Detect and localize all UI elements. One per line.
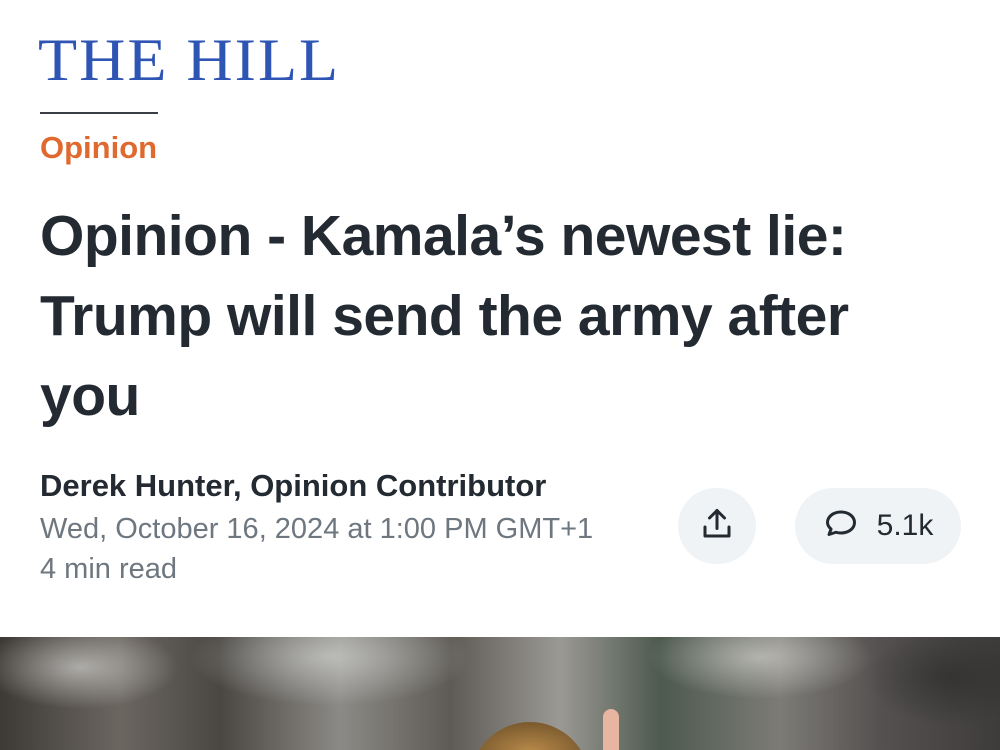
article-byline[interactable]: Derek Hunter, Opinion Contributor — [40, 467, 546, 505]
article-hero-image — [0, 637, 1000, 750]
article-date: Wed, October 16, 2024 at 1:00 PM GMT+1 — [40, 513, 594, 545]
publication-logo[interactable]: THE HILL — [38, 26, 340, 94]
comments-button[interactable]: 5.1k — [795, 488, 961, 564]
comments-count: 5.1k — [876, 509, 934, 542]
header-divider — [40, 112, 158, 114]
hero-image-raised-finger — [603, 709, 619, 750]
hero-image-subject — [470, 722, 590, 750]
article-read-time: 4 min read — [40, 553, 178, 585]
article-headline: Opinion - Kamala’s newest lie: Trump wil… — [40, 204, 849, 428]
share-icon — [699, 506, 735, 547]
article-category[interactable]: Opinion — [40, 130, 157, 166]
share-button[interactable] — [678, 488, 756, 564]
comment-bubble-icon — [823, 506, 859, 547]
